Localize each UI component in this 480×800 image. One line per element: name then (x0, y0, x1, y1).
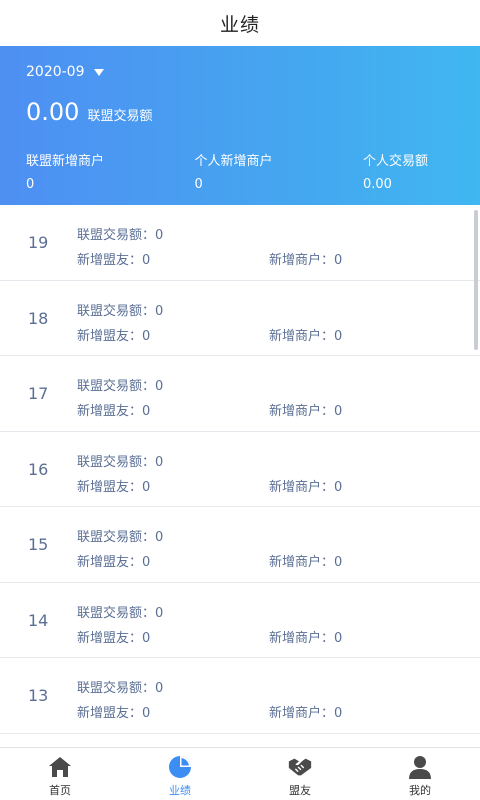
day-number: 18 (28, 308, 49, 328)
stat-personal-new-merchants: 个人新增商户 0 (194, 150, 272, 192)
home-icon (47, 754, 73, 780)
stats-row: 联盟新增商户 0 个人新增商户 0 个人交易额 0.00 (26, 150, 428, 192)
tab-allies[interactable]: 盟友 (240, 748, 360, 800)
day-number: 14 (28, 610, 49, 630)
month-selector[interactable]: 2020-09 (26, 64, 104, 80)
alliance-amount: 联盟交易额：0 (77, 379, 164, 394)
day-number: 16 (28, 459, 49, 479)
total-amount-block: 0.00 联盟交易额 (26, 98, 152, 126)
total-amount: 0.00 (26, 98, 80, 126)
total-amount-label: 联盟交易额 (87, 109, 153, 124)
day-number: 13 (28, 686, 49, 705)
month-value: 2020-09 (26, 64, 85, 80)
stat-label: 联盟新增商户 (26, 154, 105, 169)
day-number: 17 (28, 384, 49, 403)
alliance-amount: 联盟交易额：0 (77, 605, 164, 621)
list-item[interactable]: 19 联盟交易额：0 新增盟友：0 新增商户：0 (0, 205, 480, 281)
list-item[interactable]: 14 联盟交易额：0 新增盟友：0 新增商户：0 (0, 583, 480, 658)
day-number: 19 (28, 233, 49, 252)
new-merchants: 新增商户：0 (269, 706, 343, 721)
summary-banner: 2020-09 0.00 联盟交易额 联盟新增商户 0 个人新增商户 0 个人交… (0, 46, 480, 205)
stat-label: 个人交易额 (362, 154, 428, 169)
stat-label: 个人新增商户 (194, 154, 273, 169)
user-icon (407, 754, 433, 780)
alliance-amount: 联盟交易额：0 (77, 530, 164, 545)
new-merchants: 新增商户：0 (269, 630, 343, 646)
app-header: 业绩 (0, 0, 480, 46)
new-merchants: 新增商户：0 (269, 479, 343, 495)
new-allies: 新增盟友：0 (77, 706, 151, 721)
new-allies: 新增盟友：0 (77, 404, 151, 419)
alliance-amount: 联盟交易额：0 (77, 228, 164, 243)
daily-list[interactable]: 19 联盟交易额：0 新增盟友：0 新增商户：0 18 联盟交易额：0 新增盟友… (0, 205, 480, 748)
new-merchants: 新增商户：0 (269, 555, 343, 570)
new-merchants: 新增商户：0 (269, 253, 343, 268)
list-item[interactable]: 18 联盟交易额：0 新增盟友：0 新增商户：0 (0, 281, 480, 356)
new-allies: 新增盟友：0 (77, 479, 151, 495)
stat-value: 0 (26, 177, 35, 192)
alliance-amount: 联盟交易额：0 (77, 681, 164, 696)
tab-mine[interactable]: 我的 (360, 748, 480, 800)
bottom-tabbar: 首页 业绩 盟友 我的 (0, 747, 480, 800)
new-merchants: 新增商户：0 (269, 404, 343, 419)
new-allies: 新增盟友：0 (77, 253, 151, 268)
list-item[interactable]: 13 联盟交易额：0 新增盟友：0 新增商户：0 (0, 658, 480, 734)
alliance-amount: 联盟交易额：0 (77, 454, 164, 470)
new-allies: 新增盟友：0 (77, 630, 151, 646)
day-number: 15 (28, 535, 49, 554)
new-allies: 新增盟友：0 (77, 328, 151, 344)
pie-chart-icon (167, 754, 193, 780)
stat-personal-amount: 个人交易额 0.00 (363, 150, 428, 192)
new-merchants: 新增商户：0 (269, 328, 343, 344)
tab-home[interactable]: 首页 (0, 748, 120, 800)
list-item[interactable]: 16 联盟交易额：0 新增盟友：0 新增商户：0 (0, 432, 480, 507)
alliance-amount: 联盟交易额：0 (77, 303, 164, 319)
page-title: 业绩 (219, 13, 260, 36)
stat-alliance-new-merchants: 联盟新增商户 0 (26, 150, 104, 192)
tab-label: 我的 (409, 784, 431, 797)
tab-label: 盟友 (289, 784, 311, 797)
stat-value: 0.00 (362, 177, 392, 192)
list-item[interactable]: 17 联盟交易额：0 新增盟友：0 新增商户：0 (0, 356, 480, 432)
scrollbar-thumb[interactable] (474, 210, 478, 350)
new-allies: 新增盟友：0 (77, 555, 151, 570)
tab-label: 业绩 (169, 784, 191, 797)
stat-value: 0 (194, 177, 203, 192)
list-item[interactable]: 15 联盟交易额：0 新增盟友：0 新增商户：0 (0, 507, 480, 583)
tab-label: 首页 (49, 784, 71, 797)
tab-performance[interactable]: 业绩 (120, 748, 240, 800)
caret-down-icon (93, 68, 104, 76)
handshake-icon (287, 754, 313, 780)
